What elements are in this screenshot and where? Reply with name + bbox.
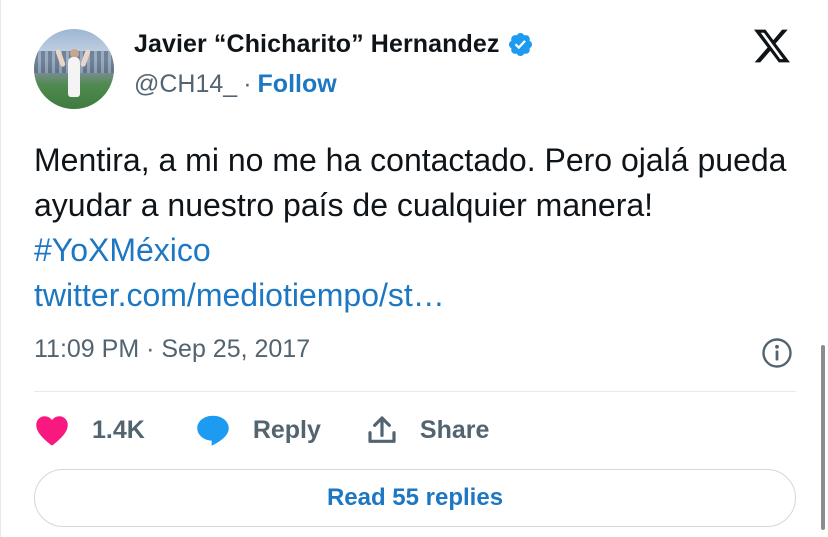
author-name[interactable]: Javier “Chicharito” Hernandez: [134, 30, 500, 59]
handle-row: @CH14_ · Follow: [134, 70, 337, 99]
divider: [34, 391, 796, 392]
url-link[interactable]: twitter.com/mediotiempo/st…: [34, 277, 445, 313]
hashtag-link[interactable]: #YoXMéxico: [34, 232, 211, 268]
action-bar: 1.4K Reply Share: [34, 410, 489, 450]
tweet-body: Mentira, a mi no me ha contactado. Pero …: [34, 142, 787, 223]
share-label: Share: [419, 415, 490, 444]
follow-button[interactable]: Follow: [258, 70, 337, 98]
verified-badge-icon: [508, 32, 532, 57]
tweet-text: Mentira, a mi no me ha contactado. Pero …: [34, 138, 804, 318]
reply-bubble-icon: [197, 415, 229, 446]
x-logo-icon[interactable]: [751, 28, 793, 64]
info-icon[interactable]: [761, 337, 793, 369]
heart-icon: [36, 416, 68, 446]
reply-label: Reply: [252, 415, 321, 444]
like-button[interactable]: 1.4K: [34, 413, 145, 447]
avatar[interactable]: [34, 29, 114, 109]
author-name-row: Javier “Chicharito” Hernandez: [134, 30, 534, 59]
reply-button[interactable]: Reply: [195, 413, 321, 447]
share-button[interactable]: Share: [366, 413, 489, 447]
tweet-timestamp[interactable]: 11:09 PM · Sep 25, 2017: [34, 335, 310, 364]
share-icon: [368, 416, 396, 443]
scrollbar[interactable]: [821, 345, 825, 530]
separator-dot: ·: [243, 70, 252, 98]
read-replies-button[interactable]: Read 55 replies: [34, 469, 796, 527]
like-count: 1.4K: [92, 415, 145, 444]
author-handle[interactable]: @CH14_: [134, 70, 237, 98]
tweet-card: Javier “Chicharito” Hernandez @CH14_ · Fol…: [0, 0, 828, 537]
